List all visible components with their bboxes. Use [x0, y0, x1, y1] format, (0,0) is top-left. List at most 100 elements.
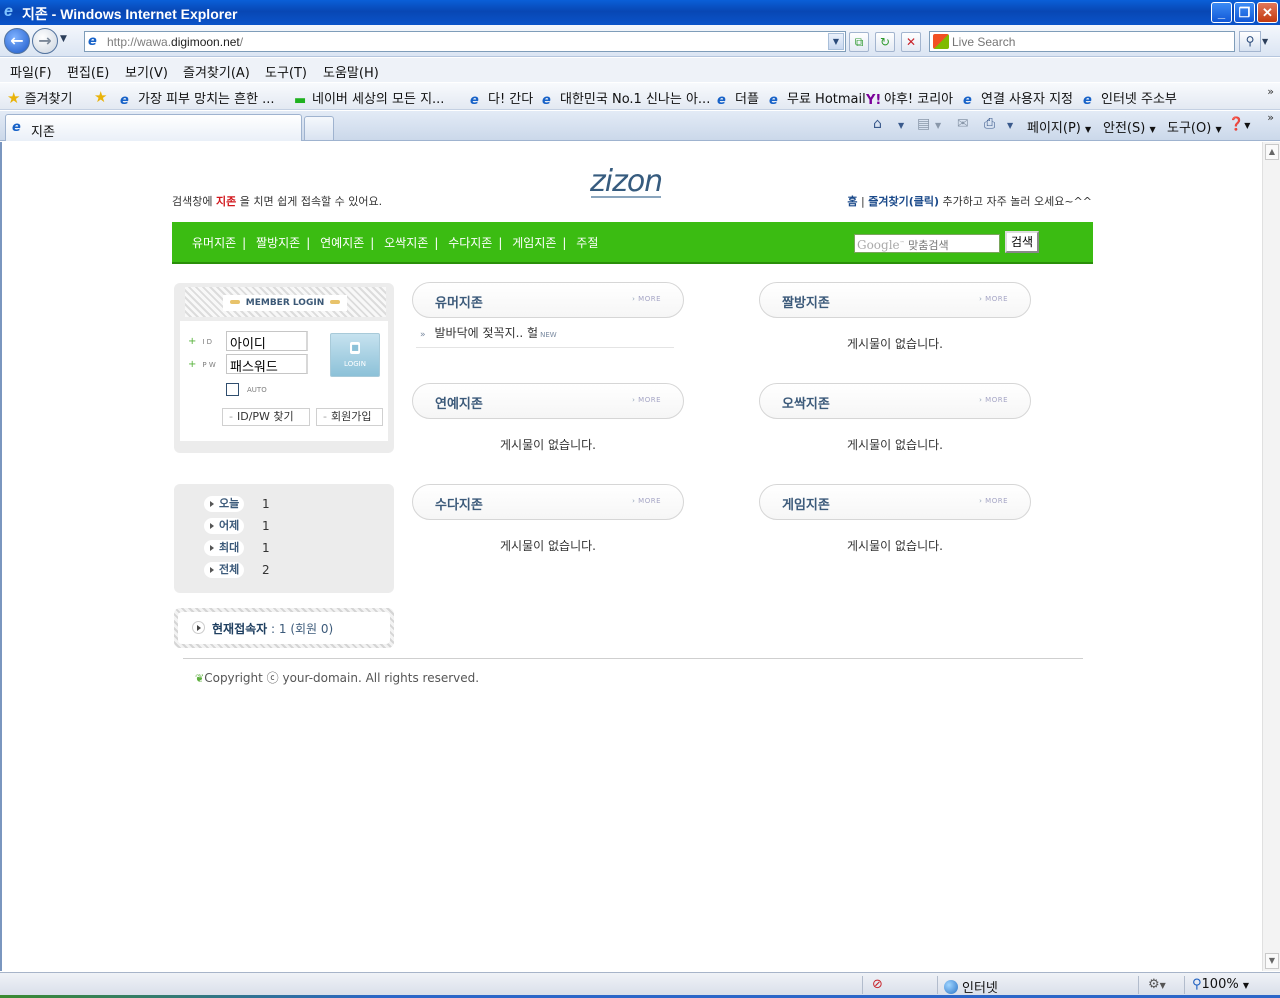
board-title[interactable]: 게임지존 [782, 494, 830, 513]
stat-label: 어제 [204, 518, 244, 534]
nav-game[interactable]: 게임지존 [512, 236, 556, 250]
tab-zizon[interactable]: e 지존 [5, 114, 302, 141]
empty-message: 게시물이 없습니다. [847, 438, 943, 452]
board-post[interactable]: » 발바닥에 젖꼭지.. 헐 NEW [420, 324, 557, 341]
menu-tools[interactable]: 도구(T) [265, 62, 307, 81]
scroll-down-icon[interactable]: ▼ [1265, 953, 1279, 969]
fav-link-yahoo[interactable]: Y! 야후! 코리아 [866, 88, 953, 108]
nav-jjalbang[interactable]: 짤방지존 [256, 236, 300, 250]
nav-entertain[interactable]: 연예지존 [320, 236, 364, 250]
minimize-button[interactable]: _ [1211, 2, 1232, 23]
menu-edit[interactable]: 편집(E) [67, 62, 109, 81]
more-link[interactable]: MORE [979, 497, 1008, 505]
join-button[interactable]: - 회원가입 [316, 408, 383, 426]
search-options-dropdown[interactable]: ▼ [1262, 37, 1268, 46]
security-zone[interactable]: 인터넷 [944, 977, 998, 996]
forward-button[interactable]: → [32, 28, 58, 54]
page-icon: e [769, 93, 778, 108]
new-tab-button[interactable] [304, 116, 334, 140]
fav-link-hotmail[interactable]: e 무료 Hotmail [769, 88, 866, 108]
board-title[interactable]: 수다지존 [435, 494, 483, 513]
address-field[interactable]: e http://wawa.digimoon.net/ ▼ [84, 31, 846, 52]
protected-mode-icon[interactable]: ⊘ [872, 977, 883, 992]
fav-link-3[interactable]: e 다! 간다 [470, 88, 533, 108]
menu-view[interactable]: 보기(V) [125, 62, 168, 81]
scroll-up-icon[interactable]: ▲ [1265, 144, 1279, 160]
board-entertain-header: 연예지존 MORE [412, 383, 684, 419]
google-search-button[interactable]: 검색 [1005, 231, 1039, 253]
menu-favorites[interactable]: 즐겨찾기(A) [183, 62, 250, 81]
home-link[interactable]: 홈 [847, 195, 857, 208]
help-icon[interactable]: ❓▼ [1228, 117, 1250, 132]
nav-chat[interactable]: 수다지존 [448, 236, 492, 250]
vertical-scrollbar[interactable]: ▲ ▼ [1262, 142, 1280, 971]
id-input[interactable]: 아이디 [226, 331, 308, 352]
compatibility-icon[interactable]: ⧉ [849, 32, 869, 52]
feeds-dropdown[interactable]: ▼ [935, 121, 941, 130]
safety-menu[interactable]: 안전(S) ▼ [1103, 117, 1156, 136]
current-users-text[interactable]: 현재접속자 : 1 (회원 0) [212, 620, 333, 637]
restore-button[interactable]: ❐ [1234, 2, 1255, 23]
add-favorite-star-icon: ★ [94, 88, 108, 106]
more-link[interactable]: MORE [979, 295, 1008, 303]
login-button[interactable]: ■ LOGIN [330, 333, 380, 377]
nav-humor[interactable]: 유머지존 [192, 236, 236, 250]
back-button[interactable]: ← [4, 28, 30, 54]
live-search-box[interactable] [929, 31, 1235, 52]
login-header: MEMBER LOGIN [185, 287, 386, 317]
recent-pages-dropdown[interactable]: ▼ [60, 34, 67, 44]
url-text[interactable]: http://wawa.digimoon.net/ [107, 35, 243, 49]
tools-menu[interactable]: 도구(O) ▼ [1167, 117, 1222, 136]
auto-login-checkbox[interactable] [226, 383, 239, 396]
nav-jujeol[interactable]: 주절 [576, 236, 598, 250]
google-logo: Google [857, 238, 900, 252]
fav-link-custom[interactable]: e 연결 사용자 지정 [963, 88, 1073, 108]
refresh-icon[interactable]: ↻ [875, 32, 895, 52]
home-dropdown[interactable]: ▼ [898, 121, 904, 130]
page-icon: e [88, 34, 97, 49]
mail-icon[interactable]: ✉ [957, 116, 969, 132]
fav-link-1[interactable]: e 가장 피부 망치는 흔한 ... [120, 88, 275, 108]
site-logo[interactable]: zizon [590, 164, 663, 199]
more-link[interactable]: MORE [632, 396, 661, 404]
close-button[interactable]: ✕ [1257, 2, 1278, 23]
search-icon[interactable]: ⚲ [1239, 31, 1261, 52]
window-title: 지존 - Windows Internet Explorer [22, 6, 238, 22]
menu-help[interactable]: 도움말(H) [323, 62, 379, 81]
title-bar: e 지존 - Windows Internet Explorer _ ❐ ✕ [0, 0, 1280, 25]
board-title[interactable]: 유머지존 [435, 292, 483, 311]
nav-scary[interactable]: 오싹지존 [384, 236, 428, 250]
feeds-icon[interactable]: ▤ [917, 116, 930, 132]
fav-link-naver[interactable]: ▬ 네이버 세상의 모든 지... [294, 88, 444, 108]
more-link[interactable]: MORE [632, 295, 661, 303]
password-input[interactable]: 패스워드 [226, 354, 308, 375]
fav-link-address[interactable]: e 인터넷 주소부 [1083, 88, 1177, 108]
tab-label: 지존 [31, 125, 55, 140]
board-title[interactable]: 오싹지존 [782, 393, 830, 412]
google-search-input[interactable]: Google™ 맞춤검색 [854, 234, 1000, 253]
board-title[interactable]: 짤방지존 [782, 292, 830, 311]
stat-label: 최대 [204, 540, 244, 556]
stop-icon[interactable]: ✕ [901, 32, 921, 52]
more-link[interactable]: MORE [632, 497, 661, 505]
print-dropdown[interactable]: ▼ [1007, 121, 1013, 130]
status-divider [937, 976, 938, 994]
page-menu[interactable]: 페이지(P) ▼ [1027, 117, 1091, 136]
board-title[interactable]: 연예지존 [435, 393, 483, 412]
live-search-input[interactable] [952, 33, 1232, 50]
fav-link-4[interactable]: e 대한민국 No.1 신나는 아... [542, 88, 710, 108]
find-id-pw-button[interactable]: - ID/PW 찾기 [222, 408, 310, 426]
menu-file[interactable]: 파일(F) [10, 62, 52, 81]
more-commands-chevron-icon[interactable]: » [1267, 111, 1274, 124]
address-dropdown-icon[interactable]: ▼ [828, 33, 844, 50]
add-favorite-button[interactable]: ★ [94, 88, 107, 106]
more-favorites-chevron-icon[interactable]: » [1267, 85, 1274, 98]
add-favorite-link[interactable]: 즐겨찾기(클릭) [868, 195, 939, 208]
print-icon[interactable]: ⎙ [984, 116, 995, 132]
popup-blocker-icon[interactable]: ⚙▼ [1148, 977, 1166, 992]
fav-link-5[interactable]: e 더플 [717, 88, 759, 108]
more-link[interactable]: MORE [979, 396, 1008, 404]
home-icon[interactable]: ⌂ [873, 116, 882, 132]
favorites-center-button[interactable]: ★ 즐겨찾기 [7, 88, 72, 107]
zoom-level[interactable]: ⚲100% ▼ [1192, 977, 1249, 992]
